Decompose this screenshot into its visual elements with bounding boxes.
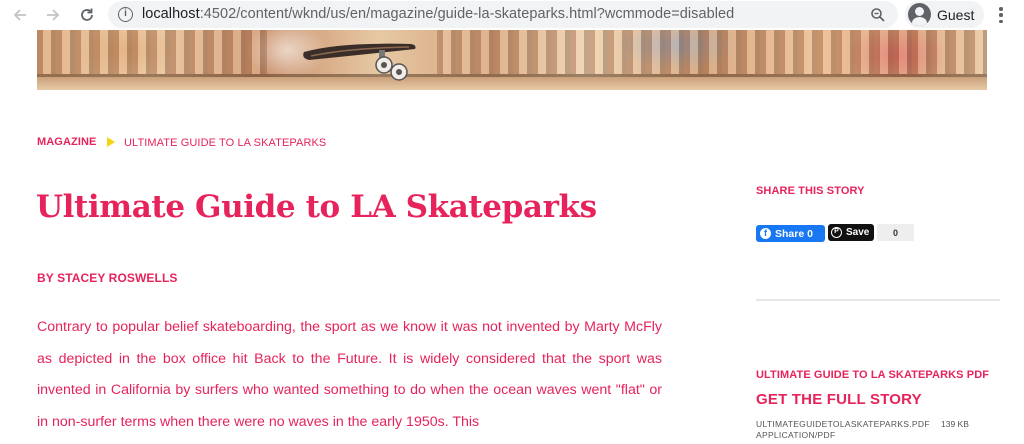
avatar bbox=[908, 3, 931, 26]
get-full-story-link[interactable]: GET THE FULL STORY bbox=[756, 391, 922, 408]
article-byline: BY STACEY ROSWELLS bbox=[37, 271, 178, 285]
arrow-right-icon[interactable] bbox=[42, 4, 64, 26]
breadcrumb-current: ULTIMATE GUIDE TO LA SKATEPARKS bbox=[124, 137, 327, 149]
magnifier-icon[interactable] bbox=[870, 7, 886, 23]
pinterest-save-button[interactable]: P Save bbox=[828, 224, 874, 241]
pdf-file-size: 139 KB bbox=[941, 419, 969, 429]
profile-label: Guest bbox=[937, 7, 975, 23]
address-bar[interactable]: i localhost:4502/content/wknd/us/en/maga… bbox=[108, 1, 898, 28]
url-text[interactable]: localhost:4502/content/wknd/us/en/magazi… bbox=[142, 6, 734, 22]
pdf-heading: ULTIMATE GUIDE TO LA SKATEPARKS PDF bbox=[756, 369, 990, 381]
arrow-left-icon[interactable] bbox=[9, 4, 31, 26]
info-icon[interactable]: i bbox=[118, 7, 133, 22]
sidebar-divider bbox=[756, 299, 1000, 301]
article-body: Contrary to popular belief skateboarding… bbox=[37, 319, 662, 430]
breadcrumb-separator-icon bbox=[107, 137, 115, 147]
skateboard-image bbox=[303, 43, 416, 81]
pdf-file-link[interactable]: ULTIMATEGUIDETOLASKATEPARKS.PDF bbox=[756, 419, 930, 429]
browser-toolbar: i localhost:4502/content/wknd/us/en/maga… bbox=[0, 0, 1024, 30]
facebook-share-label: Share 0 bbox=[775, 227, 813, 240]
reload-icon[interactable] bbox=[76, 4, 98, 26]
facebook-share-button[interactable]: f Share 0 bbox=[756, 225, 825, 242]
page-title: Ultimate Guide to LA Skateparks bbox=[36, 189, 597, 225]
pinterest-save-label: Save bbox=[846, 227, 870, 238]
share-heading: SHARE THIS STORY bbox=[756, 185, 865, 197]
profile-button[interactable]: Guest bbox=[905, 1, 984, 28]
breadcrumb-magazine-link[interactable]: MAGAZINE bbox=[37, 136, 96, 148]
hero-image bbox=[37, 30, 987, 90]
facebook-icon: f bbox=[760, 228, 771, 239]
pinterest-count: 0 bbox=[877, 224, 914, 241]
vertical-dots-icon[interactable] bbox=[995, 5, 1007, 25]
pdf-file-type: APPLICATION/PDF bbox=[756, 430, 836, 440]
pinterest-icon: P bbox=[831, 227, 842, 238]
